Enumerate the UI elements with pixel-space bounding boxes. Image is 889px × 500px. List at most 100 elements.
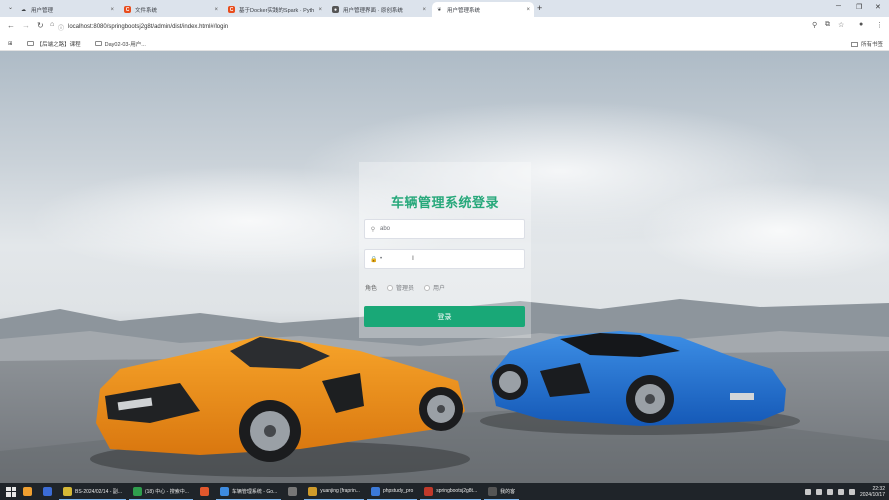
app-icon [199, 487, 209, 496]
taskbar-app[interactable]: phpstudy_pro [366, 483, 418, 500]
window-close-icon[interactable]: ✕ [875, 3, 881, 11]
system-tray: 22:32 2024/10/17 [804, 483, 885, 500]
login-page: 车辆管理系统登录 ⚲ abo 🔒 • I 角色 管理员 用户 登录 [0, 51, 889, 483]
restore-icon[interactable]: ❐ [856, 3, 862, 11]
app-icon [132, 486, 142, 496]
address-bar[interactable]: ⓘ localhost:8080/springbootsj2g8t/admin/… [58, 20, 808, 34]
role-option-user[interactable]: 用户 [424, 283, 445, 292]
taskbar-app[interactable] [196, 483, 213, 500]
role-selector: 角色 管理员 用户 [365, 283, 445, 292]
start-button-icon[interactable] [6, 486, 16, 497]
forward-arrow-icon[interactable]: → [22, 21, 30, 30]
close-icon[interactable]: × [214, 7, 218, 13]
zoom-icon[interactable]: ⚲ [812, 21, 817, 29]
taskbar-app[interactable] [284, 483, 301, 500]
bookmark-label: 【后端之路】课程 [36, 41, 81, 48]
app-icon [288, 487, 298, 496]
all-bookmarks[interactable]: 所有书签 [850, 40, 883, 48]
taskbar-app[interactable] [39, 483, 56, 500]
reload-icon[interactable]: ↻ [37, 21, 44, 30]
tab-title: 基于Docker实践的Spark · Pyth [239, 7, 315, 14]
tray-icon[interactable] [815, 488, 822, 495]
bookmark-item[interactable]: Day02-03-用户... [94, 40, 146, 48]
radio-icon [387, 284, 394, 291]
browser-tab[interactable]: C 基于Docker实践的Spark · Pyth × [224, 2, 326, 17]
bookmarks-bar: ⊞ 【后端之路】课程 Day02-03-用户... 所有书签 [0, 37, 889, 51]
apps-grid-icon[interactable]: ⊞ [8, 41, 13, 47]
bookmark-star-icon[interactable]: ☆ [838, 21, 844, 29]
tab-title: 用户管理 [31, 7, 54, 14]
bookmark-item[interactable]: 【后端之路】课程 [26, 40, 81, 48]
username-value: abo [380, 226, 391, 232]
username-input[interactable]: ⚲ abo [364, 219, 525, 239]
clock-date: 2024/10/17 [859, 491, 885, 498]
taskbar-app[interactable]: yuanjing [fraprin... [304, 483, 364, 500]
close-icon[interactable]: × [422, 7, 426, 13]
app-icon [23, 487, 32, 496]
app-icon [370, 486, 380, 496]
app-label: 我的客 [500, 488, 516, 495]
clock[interactable]: 22:32 2024/10/17 [860, 486, 885, 498]
app-label: phpstudy_pro [382, 488, 414, 494]
home-icon[interactable]: ⌂ [50, 21, 54, 28]
close-icon[interactable]: × [110, 7, 114, 13]
folder-icon [850, 41, 858, 47]
browser-tab[interactable]: C 文件系统 × [120, 2, 222, 17]
taskbar-app[interactable]: springbootsj2g8t... [420, 483, 482, 500]
app-label: yuanjing [fraprin... [320, 488, 360, 494]
site-info-icon[interactable]: ⓘ [58, 23, 64, 32]
close-icon[interactable]: × [526, 7, 530, 13]
app-icon [219, 486, 229, 496]
radio-icon [424, 284, 431, 291]
app-icon [308, 486, 318, 496]
user-icon: ⚲ [370, 226, 376, 233]
new-tab-button[interactable]: + [537, 3, 542, 13]
taskbar-apps: BS-2024/02/14 - 副... (18) 中心 - 搜索中... 车辆管理… [16, 483, 520, 500]
translate-icon[interactable]: ⧉ [825, 21, 830, 29]
tab-search-icon[interactable]: ⌄ [8, 4, 13, 11]
app-icon [43, 487, 52, 496]
app-label: BS-2024/02/14 - 副... [75, 488, 122, 495]
csdn-icon: C [124, 6, 131, 13]
app-icon [424, 486, 434, 496]
taskbar-app[interactable]: 车辆管理系统 - Go... [215, 483, 282, 500]
github-icon: ● [332, 6, 339, 13]
tray-icon[interactable] [826, 488, 833, 495]
password-input[interactable]: 🔒 • I [364, 249, 525, 269]
password-value: • [380, 256, 383, 262]
login-card: 车辆管理系统登录 ⚲ abo 🔒 • I 角色 管理员 用户 登录 [359, 162, 531, 338]
taskbar-app[interactable]: (18) 中心 - 搜索中... [128, 483, 193, 500]
role-label: 角色 [365, 286, 378, 292]
tab-title: 文件系统 [135, 7, 158, 14]
browser-tab-active[interactable]: ❦ 用户管理系统 × [432, 2, 534, 17]
close-icon[interactable]: × [318, 7, 322, 13]
folder-icon [26, 41, 34, 46]
minimize-icon[interactable]: ─ [836, 3, 841, 10]
browser-tab-strip: ⌄ ☁ 用户管理 × C 文件系统 × C 基于Docker实践的Spark ·… [0, 0, 889, 17]
browser-tab[interactable]: ● 用户管理界面 · 原创系统 × [328, 2, 430, 17]
leaf-icon: ❦ [437, 6, 442, 13]
profile-icon[interactable]: ● [859, 21, 863, 28]
volume-icon[interactable] [848, 488, 855, 495]
browser-toolbar: ← → ↻ ⌂ ⓘ localhost:8080/springbootsj2g8… [0, 17, 889, 37]
wifi-icon[interactable] [837, 488, 844, 495]
login-title: 车辆管理系统登录 [390, 195, 499, 210]
menu-icon[interactable]: ⋮ [876, 21, 883, 29]
back-arrow-icon[interactable]: ← [7, 21, 15, 30]
app-icon [488, 486, 498, 496]
csdn-icon: C [228, 6, 235, 13]
login-button[interactable]: 登录 [364, 306, 525, 327]
taskbar-app[interactable]: 我的客 [484, 483, 520, 500]
app-label: 车辆管理系统 - Go... [231, 488, 278, 495]
bookmark-label: Day02-03-用户... [104, 41, 146, 48]
taskbar-app[interactable]: BS-2024/02/14 - 副... [59, 483, 126, 500]
role-option-label: 用户 [433, 286, 446, 292]
app-label: springbootsj2g8t... [436, 488, 478, 494]
taskbar-app[interactable] [19, 483, 36, 500]
tray-icon[interactable] [804, 488, 811, 495]
tab-title: 用户管理界面 · 原创系统 [343, 7, 403, 14]
browser-tab[interactable]: ☁ 用户管理 × [16, 2, 118, 17]
all-bookmarks-label: 所有书签 [860, 42, 883, 48]
role-option-admin[interactable]: 管理员 [387, 283, 414, 292]
folder-icon [94, 41, 102, 46]
